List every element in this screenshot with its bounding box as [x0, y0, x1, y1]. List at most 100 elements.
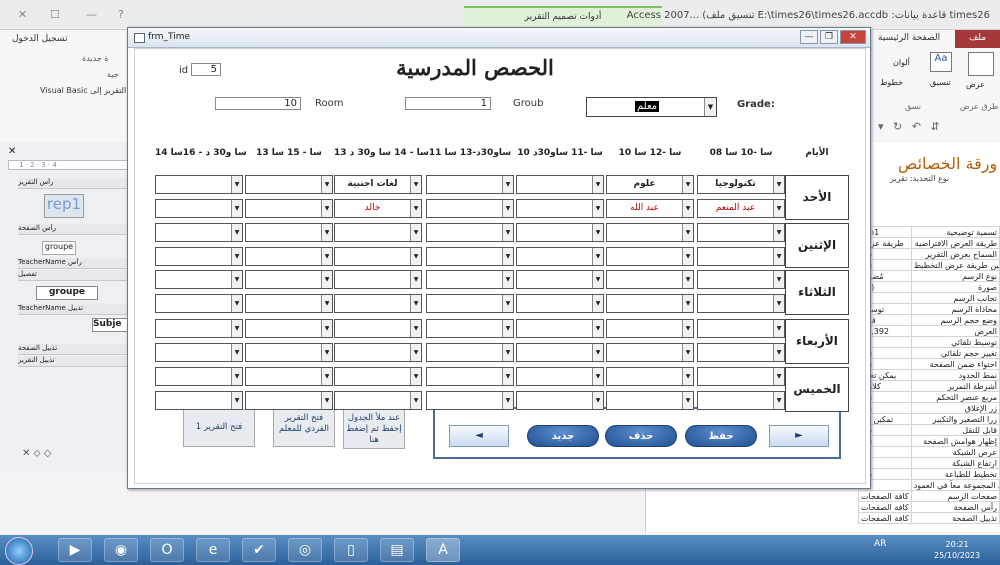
teacher-combo[interactable]: ▼	[697, 247, 785, 266]
subject-combo[interactable]: ▼	[426, 175, 514, 194]
chevron-down-icon[interactable]: ▼	[231, 344, 242, 361]
group-field[interactable]: 1	[405, 97, 491, 110]
property-row[interactable]: كافة الصفحات تذييل الصفحة	[858, 512, 1000, 524]
teacher-combo[interactable]: ▼	[606, 343, 694, 362]
teacher-combo[interactable]: ▼	[245, 294, 333, 313]
chevron-down-icon[interactable]: ▼	[321, 248, 332, 265]
teacher-combo[interactable]: ▼	[334, 343, 422, 362]
report-title-label[interactable]: rep1	[44, 194, 84, 218]
chevron-down-icon[interactable]: ▼	[321, 176, 332, 193]
minimize-icon[interactable]: —	[800, 30, 818, 44]
help-icon[interactable]: ?	[118, 8, 124, 21]
open-teacher-report-button[interactable]: فتح التقرير الفردي للمعلم	[273, 409, 335, 447]
subject-combo[interactable]: ▼	[426, 319, 514, 338]
chevron-down-icon[interactable]: ▼	[502, 295, 513, 312]
teacher-combo[interactable]: ▼	[155, 391, 243, 410]
chevron-down-icon[interactable]: ▼	[321, 200, 332, 217]
chevron-down-icon[interactable]: ▼	[231, 295, 242, 312]
chevron-down-icon[interactable]: ▼	[502, 368, 513, 385]
chevron-down-icon[interactable]: ▼	[592, 248, 603, 265]
teacher-combo[interactable]: عبد الله ▼	[606, 199, 694, 218]
notepad-icon[interactable]: ▯	[334, 538, 368, 562]
internet-explorer-icon[interactable]: e	[196, 538, 230, 562]
chevron-down-icon[interactable]: ▼	[682, 392, 693, 409]
chevron-down-icon[interactable]: ▼	[502, 200, 513, 217]
chevron-down-icon[interactable]: ▼	[682, 176, 693, 193]
subject-combo[interactable]: ▼	[245, 367, 333, 386]
maximize-icon[interactable]: ☐	[50, 8, 60, 21]
chevron-down-icon[interactable]: ▼	[231, 320, 242, 337]
subject-combo[interactable]: ▼	[334, 270, 422, 289]
subject-combo[interactable]: ▼	[606, 270, 694, 289]
chevron-down-icon[interactable]: ▼	[592, 368, 603, 385]
section-report-footer[interactable]: تذييل التقرير	[18, 356, 128, 367]
chevron-down-icon[interactable]: ▼	[231, 248, 242, 265]
chevron-down-icon[interactable]: ▼	[410, 224, 421, 241]
chevron-down-icon[interactable]: ▼	[410, 295, 421, 312]
language-indicator[interactable]: AR	[874, 539, 886, 549]
chevron-down-icon[interactable]: ▼	[321, 320, 332, 337]
teacher-combo[interactable]: ▼	[516, 199, 604, 218]
subject-combo[interactable]: ▼	[334, 223, 422, 242]
subject-combo[interactable]: ▼	[516, 223, 604, 242]
chevron-down-icon[interactable]: ▼	[592, 176, 603, 193]
teacher-combo[interactable]: ▼	[516, 391, 604, 410]
teacher-combo[interactable]: معلم ▼	[586, 97, 717, 117]
chevron-down-icon[interactable]: ▼	[592, 271, 603, 288]
teacher-combo[interactable]: ▼	[697, 294, 785, 313]
property-row[interactable]: قطعوضع حجم الرسم	[858, 314, 1000, 326]
section-teachername-header[interactable]: TeacherName رأس	[18, 258, 128, 269]
subject-combo[interactable]: ▼	[516, 319, 604, 338]
open-report1-button[interactable]: فتح التقرير 1	[183, 409, 255, 447]
chevron-down-icon[interactable]: ▼	[321, 224, 332, 241]
property-value[interactable]: كافة الصفحات	[858, 512, 912, 524]
subject-combo[interactable]: ▼	[155, 175, 243, 194]
property-row[interactable]: نعممربع عنصر التحكم	[858, 391, 1000, 403]
subject-combo[interactable]: ▼	[245, 270, 333, 289]
subject-combo[interactable]: ▼	[516, 367, 604, 386]
chevron-down-icon[interactable]: ▼	[704, 98, 716, 116]
ribbon-new-fragment[interactable]: ة جديدة	[82, 54, 109, 63]
teacher-combo[interactable]: ▼	[155, 247, 243, 266]
chevron-down-icon[interactable]: ▼	[231, 368, 242, 385]
subject-combo[interactable]: ▼	[697, 319, 785, 338]
colors-button[interactable]: ألوان	[893, 58, 910, 67]
fill-table-button[interactable]: عند ملأ الجدول إحفظ ثم إضغط هنا	[343, 409, 405, 449]
teacher-combo[interactable]: ▼	[426, 391, 514, 410]
id-field[interactable]: 5	[191, 63, 221, 76]
teacher-combo[interactable]: عبد المنعم ▼	[697, 199, 785, 218]
subject-combo[interactable]: ▼	[155, 270, 243, 289]
chevron-down-icon[interactable]: ▼	[321, 295, 332, 312]
chevron-down-icon[interactable]: ▼	[231, 200, 242, 217]
theme-format-label[interactable]: تنسيق	[930, 78, 951, 87]
section-page-footer[interactable]: تذييل الصفحة	[18, 344, 128, 355]
subject-combo[interactable]: ▼	[606, 319, 694, 338]
chevron-down-icon[interactable]: ▼	[592, 344, 603, 361]
chevron-down-icon[interactable]: ▼	[502, 271, 513, 288]
property-row[interactable]: نعمتمكين طريقة عرض التخطيط	[858, 259, 1000, 271]
subject-combo[interactable]: ▼	[426, 223, 514, 242]
previous-record-button[interactable]: ◄	[449, 425, 509, 447]
subject-combo[interactable]: ▼	[334, 319, 422, 338]
chevron-down-icon[interactable]: ▼	[410, 344, 421, 361]
chevron-down-icon[interactable]: ▼	[231, 224, 242, 241]
property-row[interactable]: نعمتغيير حجم تلقائي	[858, 347, 1000, 359]
chevron-down-icon[interactable]: ▼	[592, 224, 603, 241]
sign-in-link[interactable]: تسجيل الدخول	[12, 34, 67, 44]
minimize-icon[interactable]: —	[86, 8, 97, 21]
property-row[interactable]: لاتوسيط تلقائي	[858, 336, 1000, 348]
teacher-combo[interactable]: ▼	[155, 294, 243, 313]
subject-combo[interactable]: ▼	[516, 175, 604, 194]
chevron-down-icon[interactable]: ▼	[773, 320, 784, 337]
chevron-down-icon[interactable]: ▼	[410, 368, 421, 385]
subject-combo[interactable]: ▼	[426, 270, 514, 289]
close-icon[interactable]: ✕	[840, 30, 866, 44]
view-icon[interactable]	[968, 52, 994, 76]
subject-combo[interactable]: ▼	[245, 223, 333, 242]
property-row[interactable]: طريقة عرض طريقة العرض الافتراضية	[858, 237, 1000, 249]
next-record-button[interactable]: ►	[769, 425, 829, 447]
teacher-combo[interactable]: ▼	[245, 391, 333, 410]
access-icon[interactable]: A	[426, 538, 460, 562]
chevron-down-icon[interactable]: ▼	[592, 200, 603, 217]
property-row[interactable]: 24ارتفاع الشبكة	[858, 457, 1000, 469]
